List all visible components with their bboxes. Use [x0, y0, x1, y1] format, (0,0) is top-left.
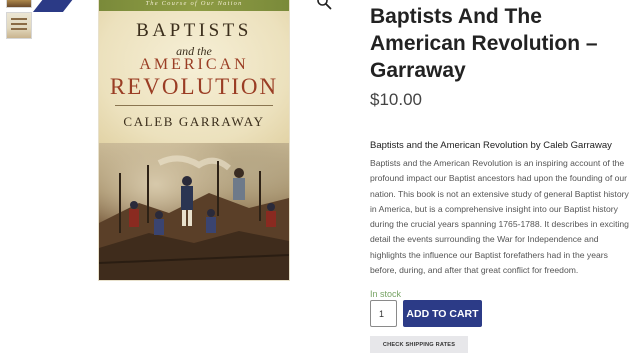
product-image-book-cover[interactable]: The Course of Our Nation BAPTISTS and th…	[99, 0, 289, 280]
add-to-cart-button[interactable]: ADD TO CART	[403, 300, 482, 327]
product-price: $10.00	[370, 90, 422, 109]
product-page: The Course of Our Nation BAPTISTS and th…	[0, 0, 640, 360]
corner-accent	[32, 0, 78, 12]
cover-title-line-4: REVOLUTION	[109, 74, 279, 99]
cover-author: CALEB GARRAWAY	[123, 114, 265, 129]
product-description: Baptists and the American Revolution is …	[370, 158, 629, 276]
stock-status: In stock	[370, 289, 402, 299]
quantity-input[interactable]	[370, 300, 397, 327]
gallery-thumbnail-1[interactable]	[6, 0, 32, 8]
gallery-thumbnail-2[interactable]	[6, 12, 32, 39]
product-title: Baptists And The American Revolution – G…	[370, 5, 598, 82]
magnifier-icon[interactable]	[316, 0, 332, 10]
check-shipping-rates-button[interactable]: CHECK SHIPPING RATES	[370, 336, 468, 353]
cover-battle-painting	[99, 143, 289, 280]
thumbnail-text-line	[11, 28, 27, 30]
battle-scene-illustration	[99, 155, 289, 280]
cover-divider	[115, 105, 273, 106]
cover-series-text: The Course of Our Nation	[145, 0, 243, 7]
description-heading: Baptists and the American Revolution by …	[370, 140, 612, 151]
thumbnail-text-line	[11, 18, 27, 20]
cover-title-line-3: AMERICAN	[139, 56, 249, 73]
cover-title-line-1: BAPTISTS	[136, 20, 252, 41]
thumbnail-text-line	[11, 23, 27, 25]
